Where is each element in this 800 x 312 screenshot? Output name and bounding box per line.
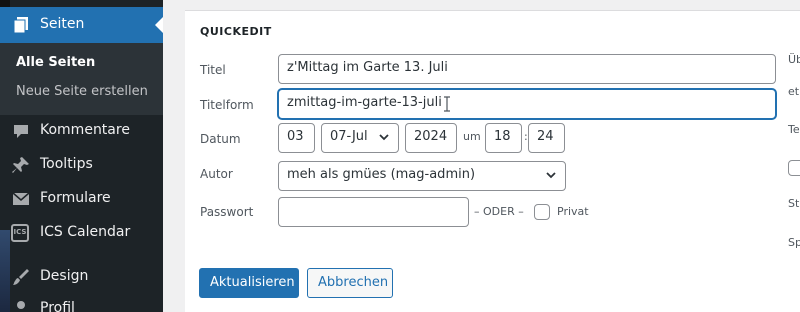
hour-input[interactable]: 18 [485,123,522,153]
sidebar-item-label: Profil [40,300,75,312]
text-cursor-icon [444,96,450,112]
sidebar-item-label: Tooltips [40,156,93,172]
sidebar-item-profil[interactable]: Profil [0,294,163,312]
or-separator: – ODER – [474,205,524,218]
sidebar-item-design[interactable]: Design [0,262,163,292]
password-label: Passwort [200,205,254,219]
time-separator: um [463,130,481,143]
admin-sidebar: Seiten Alle Seiten Neue Seite erstellen … [0,0,163,312]
current-menu-arrow [155,17,163,33]
chevron-down-icon [379,134,389,141]
calendar-icon: ICS [11,224,29,242]
brush-icon [13,269,29,285]
quickedit-heading: QUICKEDIT [200,25,272,38]
sidebar-item-formulare[interactable]: Formulare [0,184,163,214]
slug-label: Titelform [200,98,254,112]
date-label: Datum [200,132,241,146]
user-icon [17,301,25,309]
right-column-text: Sp [788,236,800,249]
sidebar-item-tooltips[interactable]: Tooltips [0,150,163,180]
update-button[interactable]: Aktualisieren [199,268,299,298]
right-column-checkbox[interactable] [788,160,800,176]
month-select[interactable]: 07-Jul [321,123,399,153]
author-value: meh als gmües (mag-admin) [287,167,476,182]
title-label: Titel [200,63,226,77]
private-label: Privat [557,205,589,218]
sidebar-item-label: Design [40,268,89,284]
sidebar-submenu: Alle Seiten Neue Seite erstellen [0,43,163,115]
author-label: Autor [200,167,233,181]
sidebar-item-kommentare[interactable]: Kommentare [0,116,163,146]
comment-icon [14,125,28,138]
sidebar-item-ics-calendar[interactable]: ICS ICS Calendar [0,218,163,248]
chevron-down-icon [546,172,556,179]
sidebar-left-stripe [0,230,10,312]
sidebar-item-label: Seiten [40,16,85,32]
submenu-item-neue-seite[interactable]: Neue Seite erstellen [16,84,148,99]
cancel-button[interactable]: Abbrechen [307,268,393,298]
sidebar-item-seiten[interactable]: Seiten [0,7,163,43]
pin-icon [12,157,29,173]
right-column-text: Üb [788,53,800,66]
month-value: 07-Jul [330,129,368,144]
author-select[interactable]: meh als gmües (mag-admin) [278,161,566,191]
submenu-item-alle-seiten[interactable]: Alle Seiten [16,55,95,70]
sidebar-item-label: Kommentare [40,122,130,138]
day-input[interactable]: 03 [278,123,315,153]
right-column-text: St [788,197,800,210]
slug-value: zmittag-im-garte-13-juli [287,95,442,110]
right-column-text: et [788,85,800,98]
password-input[interactable] [278,197,469,227]
quickedit-panel: QUICKEDIT Titel z'Mittag im Garte 13. Ju… [185,10,800,312]
private-checkbox[interactable] [534,204,550,220]
sidebar-left-stripe [0,0,10,7]
slug-input[interactable]: zmittag-im-garte-13-juli [278,89,776,119]
minute-input[interactable]: 24 [528,123,565,153]
right-column-text: Te [788,123,800,136]
sidebar-item-label: ICS Calendar [40,224,131,240]
title-input[interactable]: z'Mittag im Garte 13. Juli [278,54,776,84]
year-input[interactable]: 2024 [405,123,457,153]
pages-icon [13,17,28,34]
sidebar-item-label: Formulare [40,190,111,206]
mail-icon [12,192,30,205]
